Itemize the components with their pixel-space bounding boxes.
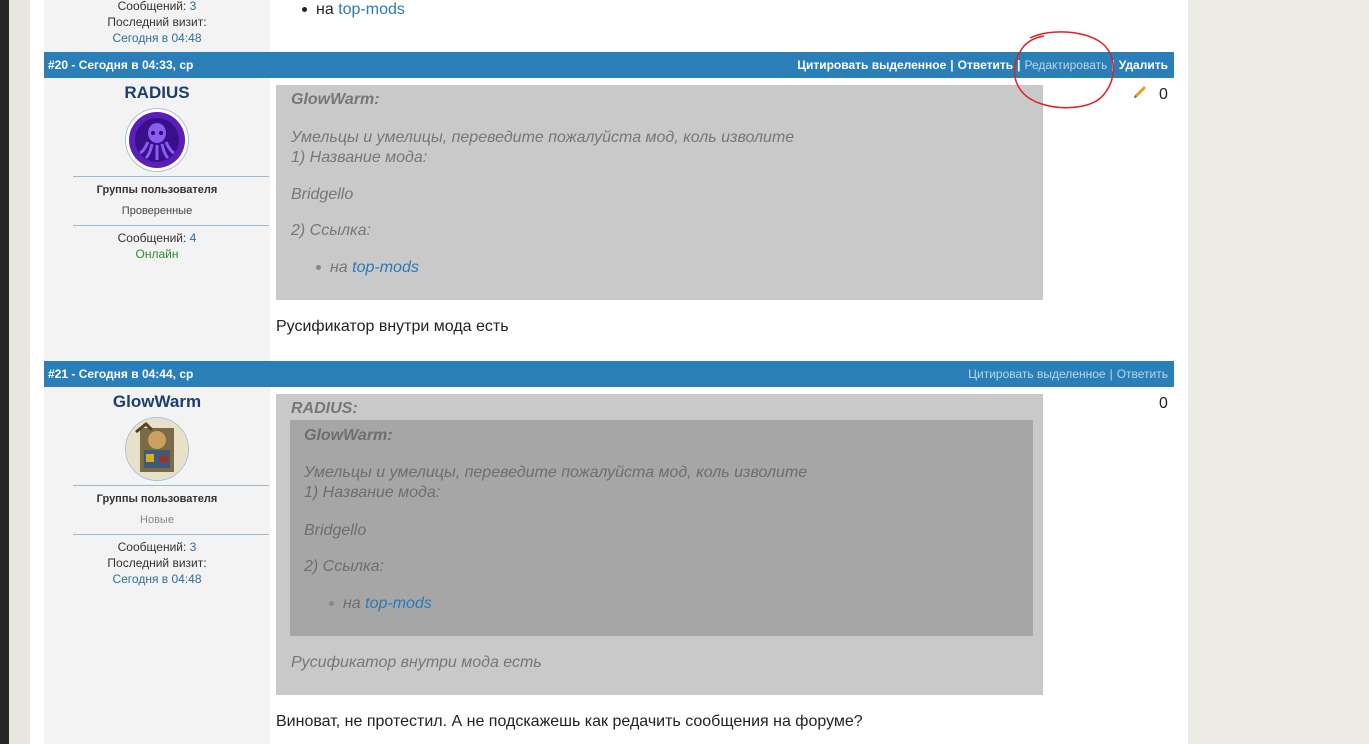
window-left-edge (0, 0, 9, 744)
prev-post-user-stats: Сообщений: 3 Последний визит: Сегодня в … (44, 0, 270, 46)
user-group-value: Проверенные (121, 205, 193, 217)
post-number-link[interactable]: #21 (48, 367, 68, 381)
reply-button[interactable]: Ответить (958, 58, 1013, 72)
quote-line: Bridgello (291, 186, 354, 203)
user-messages: Сообщений: 4 (44, 231, 270, 245)
divider (73, 225, 269, 226)
post-body-text: Виноват, не протестил. А не подскажешь к… (276, 713, 863, 730)
list-prefix: на (330, 259, 348, 276)
last-visit-value: Сегодня в 04:48 (112, 31, 202, 45)
post-actions: Цитировать выделенное | Ответить (968, 361, 1168, 387)
username-link[interactable]: GlowWarm (44, 392, 270, 412)
quote-line: 1) Название мода: (304, 484, 441, 501)
post-number-link[interactable]: #20 (48, 58, 68, 72)
list-prefix: на (343, 595, 361, 612)
user-groups-label: Группы пользователя (96, 184, 218, 196)
quote-line: 1) Название мода: (291, 149, 428, 166)
quote-block: GlowWarm: Умельцы и умелицы, переведите … (276, 85, 1043, 300)
online-status: Онлайн (135, 247, 179, 261)
bullet (316, 265, 321, 271)
user-avatar[interactable] (125, 417, 189, 481)
messages-count[interactable]: 3 (190, 0, 197, 13)
post-body-text: Русификатор внутри мода есть (276, 318, 509, 335)
post-header-left: #21 - Сегодня в 04:44, ср (48, 361, 193, 387)
quote-line: Bridgello (304, 522, 367, 539)
quote-line: Умельцы и умелицы, переведите пожалуйста… (304, 464, 808, 481)
list-prefix: на (316, 1, 334, 18)
bullet (329, 601, 334, 607)
forum-page: Сообщений: 3 Последний визит: Сегодня в … (30, 0, 1188, 744)
quote-line: Русификатор внутри мода есть (291, 654, 542, 671)
separator: | (1109, 367, 1113, 381)
messages-count[interactable]: 3 (190, 540, 197, 554)
pencil-icon[interactable] (1132, 84, 1148, 105)
quote-author: GlowWarm: (304, 427, 393, 444)
prev-post-user-column: Сообщений: 3 Последний визит: Сегодня в … (44, 0, 270, 52)
page-background (9, 0, 30, 744)
quote-list-item: на top-mods (329, 595, 432, 613)
user-groups-label: Группы пользователя (96, 493, 218, 505)
last-visit-label: Последний визит: (107, 556, 207, 570)
quote-block: RADIUS: GlowWarm: Умельцы и умелицы, пер… (276, 394, 1043, 695)
post-header-left: #20 - Сегодня в 04:33, ср (48, 52, 193, 78)
messages-label: Сообщений: (117, 0, 187, 13)
quote-line: 2) Ссылка: (291, 222, 371, 239)
post-actions: Цитировать выделенное | Ответить | Редактиро… (797, 52, 1168, 78)
top-mods-link[interactable]: top-mods (352, 259, 419, 276)
reply-button[interactable]: Ответить (1117, 367, 1168, 381)
post-rating: 0 (1159, 395, 1168, 412)
post-header-bar: #20 - Сегодня в 04:33, ср Цитировать выд… (44, 52, 1174, 78)
post-user-column: RADIUS Группы пользователя Проверенные С… (44, 78, 270, 361)
separator: | (950, 58, 954, 72)
post-date: - Сегодня в 04:33, ср (68, 58, 194, 72)
octopus-avatar-image (126, 109, 188, 171)
edit-button[interactable]: Редактировать (1024, 58, 1107, 72)
quote-selected-button[interactable]: Цитировать выделенное (797, 58, 946, 72)
prev-post-list-item: на top-mods (302, 1, 405, 19)
messages-label: Сообщений: (117, 231, 187, 245)
divider (73, 485, 269, 486)
divider (73, 176, 269, 177)
user-stats: Сообщений: 3 Последний визит: Сегодня в … (44, 539, 270, 587)
messages-label: Сообщений: (117, 540, 187, 554)
post-user-column: GlowWarm Группы пользователя Новые Сообщ… (44, 387, 270, 744)
top-mods-link[interactable]: top-mods (365, 595, 432, 612)
quote-line: 2) Ссылка: (304, 558, 384, 575)
messages-count[interactable]: 4 (190, 231, 197, 245)
divider (73, 534, 269, 535)
quote-selected-button[interactable]: Цитировать выделенное (968, 367, 1105, 381)
delete-button[interactable]: Удалить (1119, 58, 1168, 72)
last-visit-label: Последний визит: (107, 15, 207, 29)
user-group-value: Новые (140, 514, 174, 526)
post-date: - Сегодня в 04:44, ср (68, 367, 194, 381)
nested-quote-block: GlowWarm: Умельцы и умелицы, переведите … (290, 420, 1033, 636)
separator: | (1017, 58, 1021, 72)
post-header-bar: #21 - Сегодня в 04:44, ср Цитировать выд… (44, 361, 1174, 387)
quote-author: RADIUS: (291, 400, 358, 417)
post-rating: 0 (1159, 86, 1168, 103)
username-link[interactable]: RADIUS (44, 83, 270, 103)
user-avatar[interactable] (125, 108, 189, 172)
quote-line: Умельцы и умелицы, переведите пожалуйста… (291, 129, 795, 146)
top-mods-link[interactable]: top-mods (338, 1, 405, 18)
quote-list-item: на top-mods (316, 259, 419, 277)
quote-author: GlowWarm: (291, 91, 380, 108)
character-avatar-image (126, 418, 188, 480)
separator: | (1111, 58, 1115, 72)
last-visit-value: Сегодня в 04:48 (112, 572, 202, 586)
bullet (302, 7, 307, 13)
